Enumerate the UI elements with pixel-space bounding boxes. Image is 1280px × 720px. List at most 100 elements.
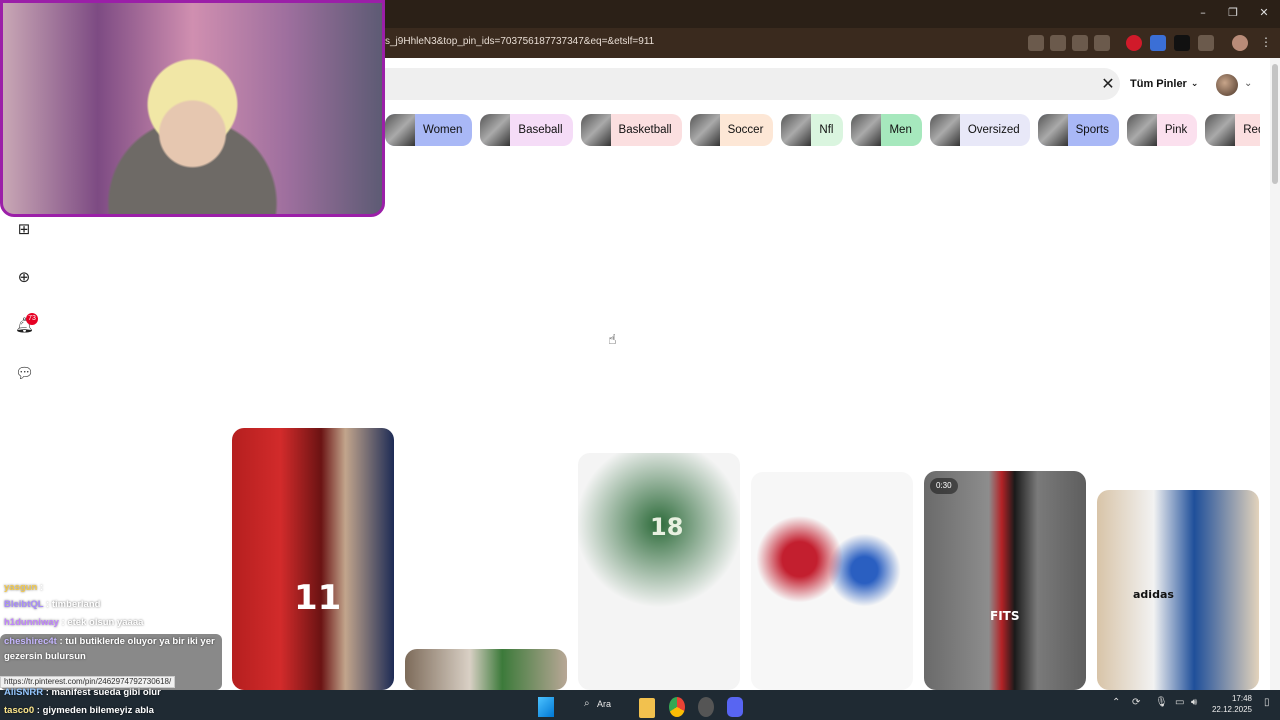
chat-separator: :	[34, 705, 43, 716]
eye-off-icon[interactable]	[1072, 35, 1088, 51]
chip-basketball[interactable]: Basketball	[580, 114, 682, 146]
chat-message: gezersin bulursun	[4, 651, 86, 662]
video-duration-badge: 0:30	[930, 478, 958, 494]
chip-sports[interactable]: Sports	[1037, 114, 1119, 146]
chat-message: AliSNRR : manifest sueda gibi olur	[4, 687, 161, 698]
chat-text: manifest sueda gibi olur	[51, 687, 161, 698]
chat-text: etek olsun yaaaa	[67, 617, 144, 628]
chip-nfl[interactable]: Nfl	[781, 114, 844, 146]
chip-label: Sports	[1075, 124, 1109, 136]
obs-icon[interactable]	[698, 697, 714, 717]
webcam-overlay	[0, 0, 385, 217]
chip-label: Basketball	[618, 124, 672, 136]
sync-icon[interactable]: ⟳	[1132, 697, 1140, 708]
chip-thumbnail	[385, 114, 415, 146]
chip-label: Soccer	[727, 124, 764, 136]
filter-dropdown[interactable]: Tüm Pinler ⌄	[1130, 74, 1198, 94]
close-icon[interactable]: ✕	[1099, 74, 1117, 94]
chat-text: gezersin bulursun	[4, 651, 86, 662]
chip-thumbnail	[929, 114, 960, 146]
network-icon[interactable]: ▭	[1175, 697, 1184, 708]
chip-thumbnail	[480, 114, 511, 146]
jersey-number: 11	[294, 578, 342, 618]
clock-date[interactable]: 22.12.2025	[1208, 705, 1252, 714]
pin-jersey-outfits[interactable]	[751, 472, 913, 690]
kebab-menu-icon[interactable]: ⋮	[1258, 35, 1274, 51]
avatar[interactable]	[1216, 74, 1238, 96]
profile-avatar-icon[interactable]	[1232, 35, 1248, 51]
restore-icon[interactable]: ❐	[1226, 6, 1240, 20]
filter-chips: Women Baseball Basketball Soccer Nfl Men Overs…	[385, 114, 1260, 148]
chip-label: Men	[889, 124, 912, 136]
chip-thumbnail	[689, 114, 720, 146]
minimize-icon[interactable]: –	[1196, 6, 1210, 20]
puzzle-icon[interactable]	[1198, 35, 1214, 51]
search-input[interactable]	[385, 68, 1120, 100]
chip-women[interactable]: Women	[385, 114, 473, 146]
cast-icon[interactable]	[1028, 35, 1044, 51]
pin-jersey-group[interactable]: 18	[578, 453, 740, 690]
chat-text: giymeden bilemeyiz abla	[42, 705, 154, 716]
hand-cursor-icon: ☝	[608, 332, 617, 348]
search-icon[interactable]: ⌕	[584, 698, 590, 709]
chat-separator: :	[43, 687, 52, 698]
discord-icon[interactable]	[727, 697, 743, 717]
pin-video-fits[interactable]: FITS	[924, 471, 1086, 690]
chat-message: cheshirec4t : tul butiklerde oluyor ya b…	[4, 636, 215, 647]
filter-label: Tüm Pinler	[1130, 78, 1187, 90]
boards-icon[interactable]: ⊞	[15, 220, 33, 238]
close-window-icon[interactable]: ✕	[1257, 6, 1271, 20]
chip-men[interactable]: Men	[851, 114, 922, 146]
microphone-icon[interactable]: 🎙︎	[1155, 697, 1168, 708]
chip-label: Pink	[1164, 124, 1188, 136]
key-icon[interactable]	[1050, 35, 1066, 51]
messages-icon[interactable]: 💬︎	[15, 364, 34, 382]
extension-red-icon[interactable]	[1126, 35, 1142, 51]
chat-username: yasgun	[4, 582, 38, 593]
chat-separator: :	[43, 599, 52, 610]
chat-message: tasco0 : giymeden bilemeyiz abla	[4, 705, 154, 716]
chip-thumbnail	[851, 114, 882, 146]
chat-separator: :	[37, 582, 44, 593]
notification-center-icon[interactable]: ▯	[1264, 697, 1270, 708]
chat-username: tasco0	[4, 705, 35, 716]
chat-separator: :	[56, 636, 66, 647]
chip-oversized[interactable]: Oversized	[929, 114, 1030, 146]
clock-time[interactable]: 17:48	[1212, 694, 1252, 703]
chip-baseball[interactable]: Baseball	[480, 114, 573, 146]
chrome-icon[interactable]	[669, 697, 685, 717]
url-text[interactable]: s_j9HhleN3&top_pin_ids=703756187737347&e…	[385, 36, 654, 47]
jersey-logo-text: adidas	[1133, 588, 1174, 601]
chevron-down-icon[interactable]: ⌄	[1244, 78, 1252, 89]
chat-username: cheshirec4t	[4, 636, 57, 647]
notification-badge: 73	[26, 313, 38, 325]
volume-icon[interactable]: 🔊︎	[1191, 697, 1197, 708]
scrollbar-thumb[interactable]	[1272, 64, 1278, 184]
taskbar-search-label[interactable]: Ara	[597, 699, 611, 709]
star-icon[interactable]	[1094, 35, 1110, 51]
chip-red[interactable]: Red	[1205, 114, 1260, 146]
chip-label: Oversized	[967, 124, 1020, 136]
chevron-up-icon[interactable]: ⌃	[1112, 697, 1120, 708]
file-explorer-icon[interactable]	[639, 698, 655, 718]
chip-pink[interactable]: Pink	[1126, 114, 1198, 146]
chat-message: h1dunniway : etek olsun yaaaa	[4, 617, 143, 628]
chip-soccer[interactable]: Soccer	[689, 114, 774, 146]
create-icon[interactable]: ⊕	[15, 268, 33, 286]
chat-text: timberland	[51, 599, 101, 610]
pin-phone-booth[interactable]: 11	[232, 428, 394, 690]
pin-jersey-collage[interactable]	[405, 649, 567, 690]
pin-adidas-duo[interactable]: adidas	[1097, 490, 1259, 690]
pin-overlay-text: FITS	[990, 609, 1020, 623]
chat-username: BleibtQL	[4, 599, 44, 610]
extension-dark-icon[interactable]	[1174, 35, 1190, 51]
chip-label: Women	[423, 124, 463, 136]
chat-message: yasgun :	[4, 582, 43, 593]
chip-label: Baseball	[518, 124, 563, 136]
start-icon[interactable]	[538, 697, 554, 717]
extension-blue-icon[interactable]	[1150, 35, 1166, 51]
chat-text: tul butiklerde oluyor ya bir iki yer	[65, 636, 215, 647]
chip-thumbnail	[1205, 114, 1236, 146]
chip-thumbnail	[1126, 114, 1157, 146]
chat-username: h1dunniway	[4, 617, 59, 628]
